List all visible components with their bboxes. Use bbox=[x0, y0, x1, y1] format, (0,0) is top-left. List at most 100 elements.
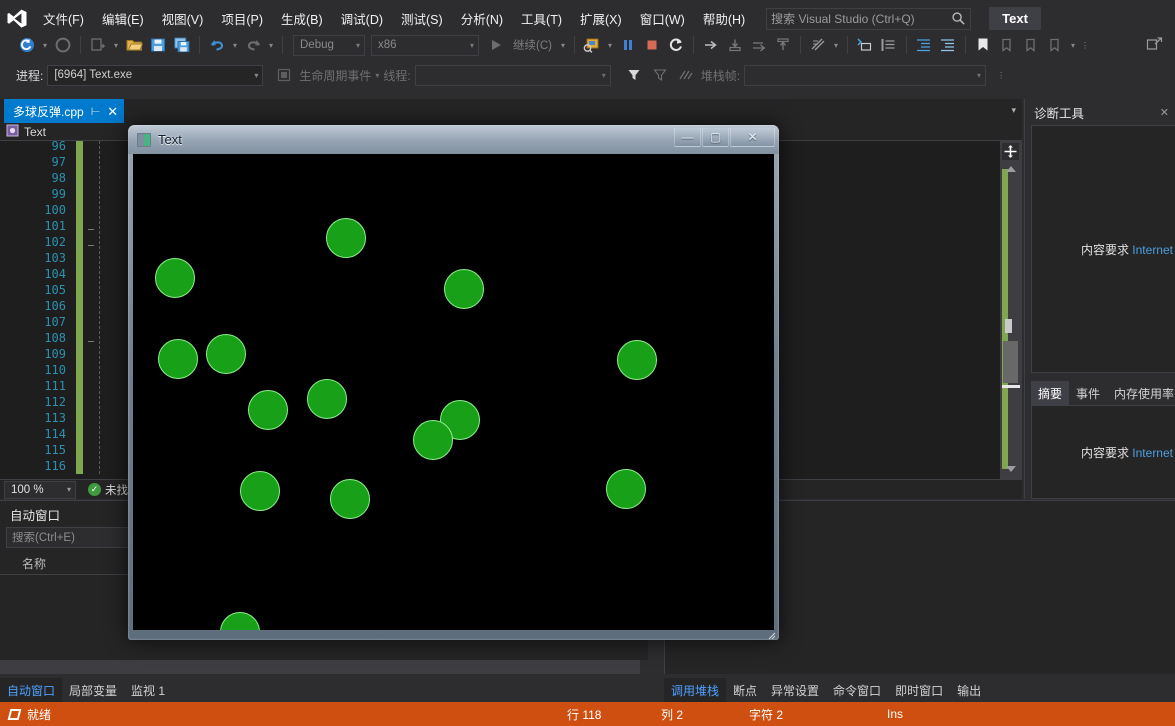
running-app-window[interactable]: Text — ▢ ✕ bbox=[128, 125, 779, 640]
menu-build[interactable]: 生成(B) bbox=[272, 5, 332, 32]
attach-dropdown[interactable]: ▾ bbox=[605, 34, 615, 56]
tab-breakpoints[interactable]: 断点 bbox=[726, 678, 764, 702]
tab-call-stack[interactable]: 调用堆栈 bbox=[664, 678, 727, 702]
error-indicator[interactable]: ✓ 未找 bbox=[88, 482, 128, 498]
tab-watch-1[interactable]: 监视 1 bbox=[124, 678, 172, 702]
show-threads-icon[interactable] bbox=[675, 64, 697, 86]
show-next-statement-icon[interactable] bbox=[700, 34, 722, 56]
stackframe-combo[interactable]: ▾ bbox=[744, 64, 987, 86]
menu-help[interactable]: 帮助(H) bbox=[694, 5, 754, 32]
app-window-titlebar[interactable]: Text — ▢ ✕ bbox=[128, 125, 779, 154]
menu-test[interactable]: 测试(S) bbox=[392, 5, 452, 32]
menu-file[interactable]: 文件(F) bbox=[34, 5, 93, 32]
solution-platform-combo[interactable]: x86 ▾ bbox=[371, 34, 479, 56]
diagnostic-message-link-secondary[interactable]: Internet bbox=[1132, 446, 1173, 460]
restart-icon[interactable] bbox=[665, 34, 687, 56]
undo-dropdown[interactable]: ▾ bbox=[230, 34, 240, 56]
step-over-icon[interactable] bbox=[748, 34, 770, 56]
menu-edit[interactable]: 编辑(E) bbox=[93, 5, 153, 32]
clear-bookmarks-icon[interactable] bbox=[1044, 34, 1066, 56]
increase-indent-icon[interactable] bbox=[913, 34, 935, 56]
redo-icon[interactable] bbox=[242, 34, 264, 56]
search-input[interactable] bbox=[771, 11, 952, 26]
diag-tab-events[interactable]: 事件 bbox=[1069, 381, 1107, 405]
menu-analyze[interactable]: 分析(N) bbox=[452, 5, 512, 32]
save-all-icon[interactable] bbox=[171, 34, 193, 56]
chevron-down-icon[interactable]: ▾ bbox=[375, 71, 379, 80]
new-project-dropdown[interactable]: ▾ bbox=[111, 34, 121, 56]
scroll-down-arrow-icon[interactable] bbox=[1006, 466, 1016, 472]
tab-autos[interactable]: 自动窗口 bbox=[0, 678, 63, 702]
step-out-icon[interactable] bbox=[772, 34, 794, 56]
diag-tab-summary[interactable]: 摘要 bbox=[1031, 381, 1070, 405]
editor-zoom-combo[interactable]: 100 % ▾ bbox=[4, 480, 76, 499]
chevron-down-icon: ▾ bbox=[66, 485, 71, 494]
continue-dropdown[interactable]: ▾ bbox=[558, 34, 568, 56]
redo-dropdown[interactable]: ▾ bbox=[266, 34, 276, 56]
lifecycle-events-icon[interactable] bbox=[273, 64, 295, 86]
lifecycle-events-label[interactable]: 生命周期事件 bbox=[299, 67, 371, 84]
save-icon[interactable] bbox=[147, 34, 169, 56]
minimize-button[interactable]: — bbox=[674, 127, 701, 147]
solution-configuration-combo[interactable]: Debug ▾ bbox=[293, 34, 365, 56]
close-icon[interactable]: ✕ bbox=[107, 105, 118, 118]
debug-toolbar-overflow[interactable]: ⋮ bbox=[996, 64, 1006, 86]
continue-button-label[interactable]: 继续(C) bbox=[509, 37, 556, 53]
toolbar-overflow[interactable]: ⋮ bbox=[1080, 34, 1090, 56]
open-file-icon[interactable] bbox=[123, 34, 145, 56]
continue-play-icon[interactable] bbox=[485, 34, 507, 56]
autos-horizontal-scrollbar[interactable] bbox=[0, 660, 648, 674]
maximize-button[interactable]: ▢ bbox=[702, 127, 729, 147]
app-canvas[interactable] bbox=[133, 154, 774, 630]
menu-view[interactable]: 视图(V) bbox=[153, 5, 213, 32]
menu-window[interactable]: 窗口(W) bbox=[631, 5, 694, 32]
tab-exception-settings[interactable]: 异常设置 bbox=[764, 678, 826, 702]
tab-immediate-window[interactable]: 即时窗口 bbox=[888, 678, 950, 702]
scrollbar-thumb[interactable] bbox=[1003, 341, 1018, 383]
global-search-box[interactable] bbox=[766, 7, 972, 30]
tab-command-window[interactable]: 命令窗口 bbox=[826, 678, 888, 702]
feedback-icon[interactable] bbox=[1143, 34, 1165, 56]
navigate-back-dropdown[interactable]: ▾ bbox=[40, 34, 50, 56]
new-project-icon[interactable] bbox=[87, 34, 109, 56]
undo-icon[interactable] bbox=[206, 34, 228, 56]
previous-bookmark-icon[interactable] bbox=[996, 34, 1018, 56]
menu-project[interactable]: 项目(P) bbox=[212, 5, 272, 32]
resize-grip-icon[interactable] bbox=[766, 629, 776, 640]
bookmark-icon[interactable] bbox=[972, 34, 994, 56]
tab-overflow-chevron-icon[interactable]: ▾ bbox=[1011, 105, 1016, 116]
menu-tools[interactable]: 工具(T) bbox=[512, 5, 571, 32]
stop-icon[interactable] bbox=[641, 34, 663, 56]
filter-off-icon[interactable] bbox=[649, 64, 671, 86]
next-bookmark-icon[interactable] bbox=[1020, 34, 1042, 56]
document-tab-active[interactable]: 多球反弹.cpp ⊢ ✕ bbox=[4, 99, 125, 123]
menu-debug[interactable]: 调试(D) bbox=[332, 5, 392, 32]
pin-icon[interactable]: ⊢ bbox=[91, 105, 101, 118]
decrease-indent-icon[interactable] bbox=[937, 34, 959, 56]
breadcrumb-scope-label[interactable]: Text bbox=[24, 125, 46, 139]
uncomment-selection-icon[interactable] bbox=[878, 34, 900, 56]
thread-marker-dropdown[interactable]: ▾ bbox=[831, 34, 841, 56]
close-button[interactable]: ✕ bbox=[730, 127, 775, 147]
tab-locals[interactable]: 局部变量 bbox=[62, 678, 124, 702]
diagnostic-message-link[interactable]: Internet bbox=[1132, 243, 1173, 257]
comment-selection-icon[interactable] bbox=[854, 34, 876, 56]
step-into-icon[interactable] bbox=[724, 34, 746, 56]
thread-marker-icon[interactable] bbox=[807, 34, 829, 56]
editor-split-handle[interactable] bbox=[1002, 143, 1019, 160]
navigate-back-icon[interactable] bbox=[16, 34, 38, 56]
thread-combo[interactable]: ▾ bbox=[414, 64, 611, 86]
tab-output[interactable]: 输出 bbox=[950, 678, 988, 702]
menu-extensions[interactable]: 扩展(X) bbox=[571, 5, 631, 32]
editor-vertical-scrollbar[interactable] bbox=[1000, 141, 1022, 479]
attach-to-process-icon[interactable] bbox=[581, 34, 603, 56]
navigate-forward-icon[interactable] bbox=[52, 34, 74, 56]
process-combo[interactable]: [6964] Text.exe ▾ bbox=[47, 64, 264, 86]
diag-tab-memory-usage[interactable]: 内存使用率 bbox=[1107, 381, 1175, 405]
bookmark-dropdown[interactable]: ▾ bbox=[1068, 34, 1078, 56]
scroll-up-arrow-icon[interactable] bbox=[1006, 166, 1016, 172]
pause-icon[interactable] bbox=[617, 34, 639, 56]
filter-icon[interactable] bbox=[623, 64, 645, 86]
line-number: 112 bbox=[44, 395, 66, 409]
close-icon[interactable]: ✕ bbox=[1160, 106, 1169, 119]
